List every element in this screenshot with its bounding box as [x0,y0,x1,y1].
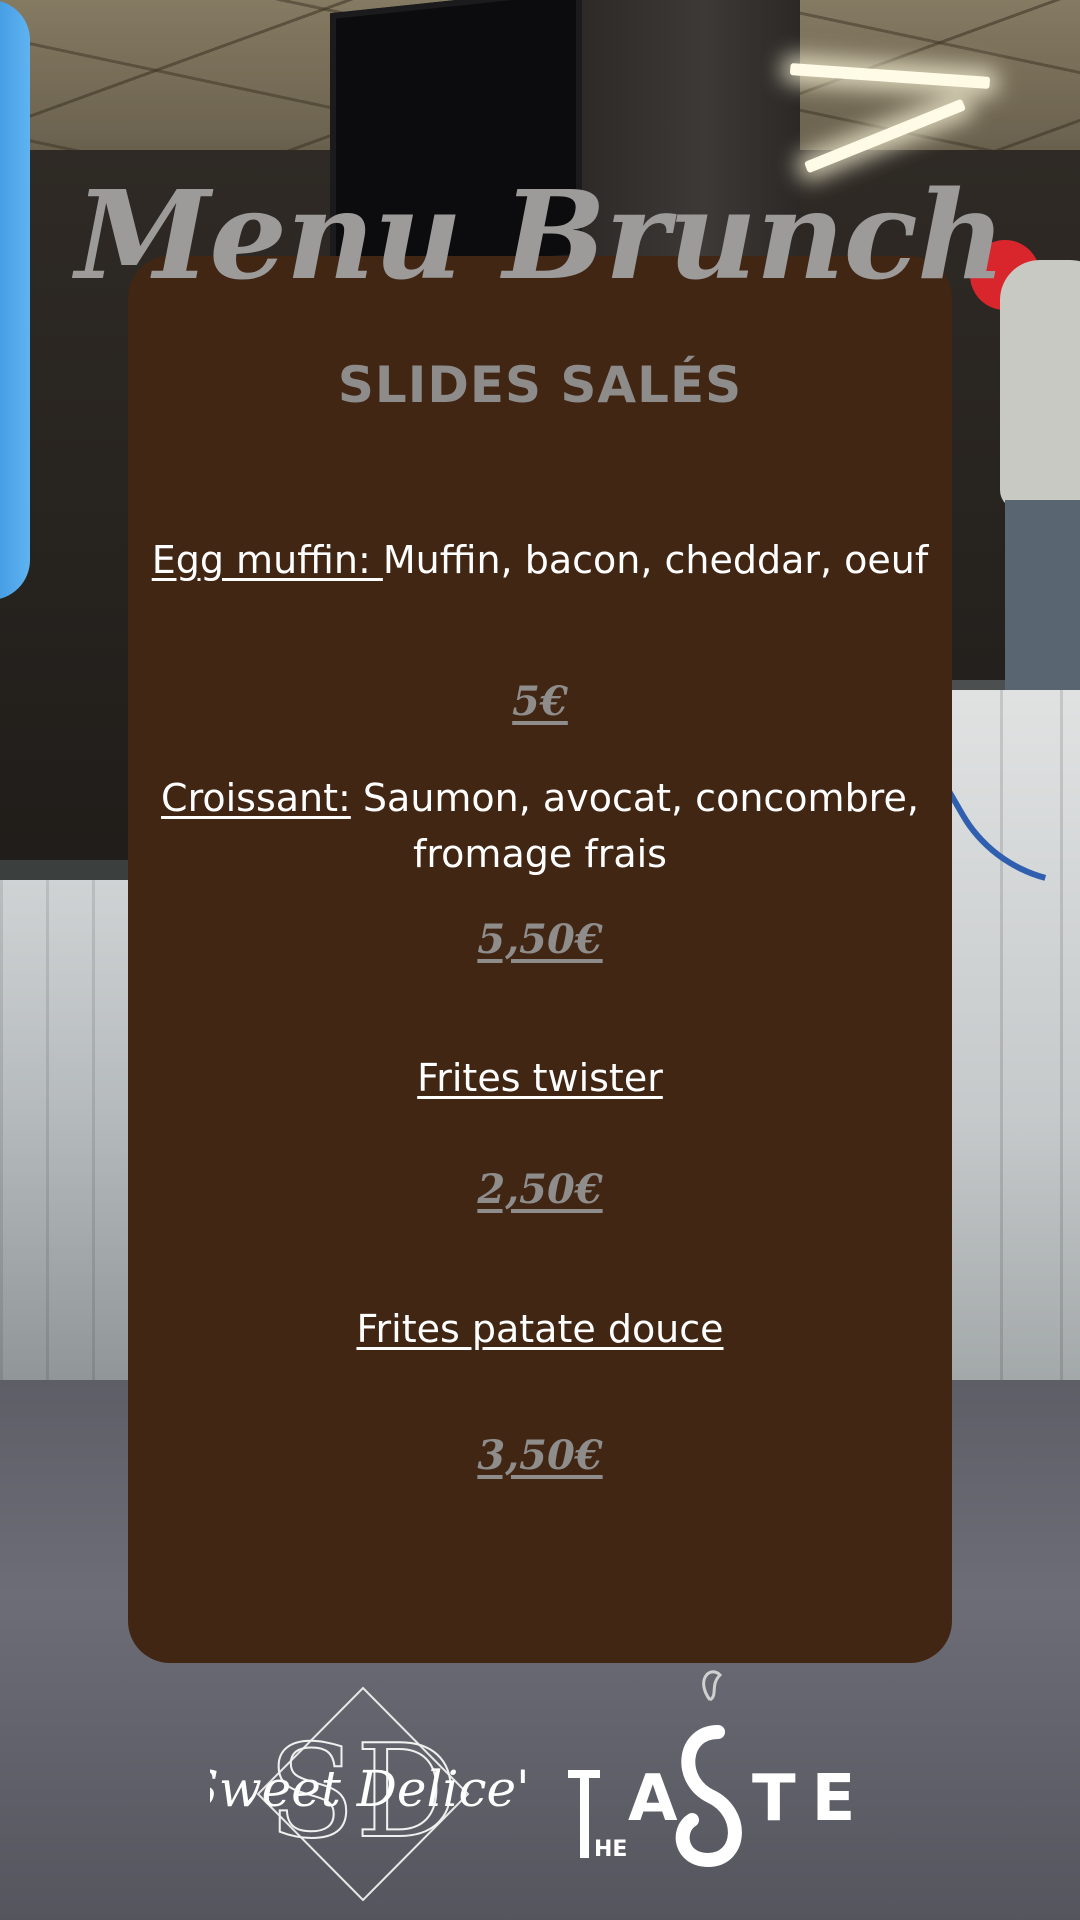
svg-text:HE: HE [594,1837,627,1862]
item-name: Croissant: [161,776,351,820]
sweet-delices-logo: SD Sweet Delice's [210,1686,530,1902]
menu-item-egg-muffin: Egg muffin: Muffin, bacon, cheddar, oeuf [120,532,960,588]
the-taste-logo: HE A TE [568,1670,871,1868]
menu-item-frites-twister: Frites twister [417,1056,663,1100]
item-description: Muffin, bacon, cheddar, oeuf [382,538,929,582]
price-egg-muffin: 5€ [512,678,568,725]
svg-text:TE: TE [752,1762,871,1836]
item-name: Egg muffin: [151,538,383,582]
logo-text: Sweet Delice's [210,1760,530,1818]
menu-title: Menu Brunch [75,163,1005,307]
item-description: Saumon, avocat, concombre, fromage frais [350,776,919,876]
menu-item-frites-patate-douce: Frites patate douce [356,1307,724,1351]
price-croissant: 5,50€ [477,916,603,963]
price-frites-twister: 2,50€ [477,1166,603,1213]
menu-item-croissant: Croissant: Saumon, avocat, concombre, fr… [120,770,960,882]
menu-subtitle: SLIDES SALÉS [337,356,743,414]
svg-text:A: A [628,1762,678,1836]
price-frites-patate-douce: 3,50€ [477,1432,603,1479]
